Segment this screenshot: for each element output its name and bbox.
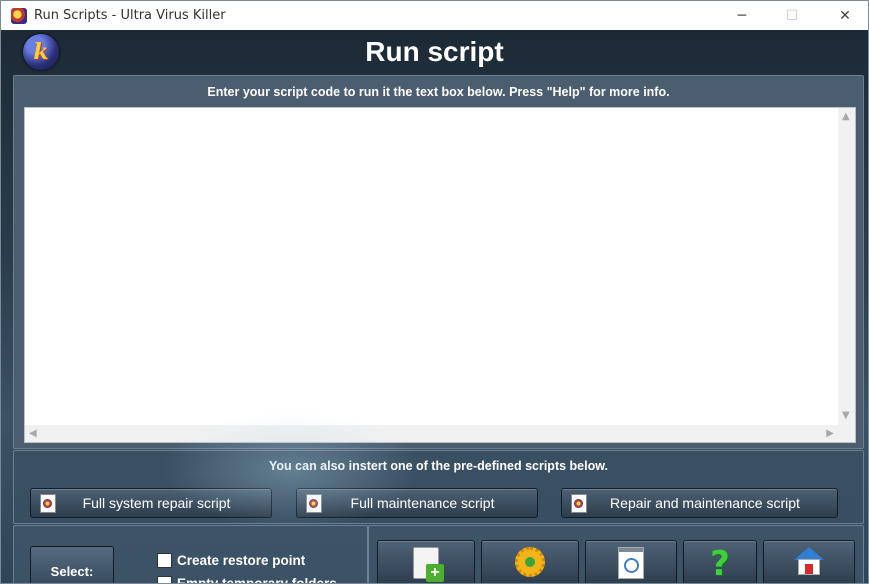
script-editor-panel: Enter your script code to run it the tex… — [13, 75, 864, 449]
predefined-scripts-label: You can also instert one of the pre-defi… — [269, 459, 608, 473]
editor-instruction: Enter your script code to run it the tex… — [207, 85, 670, 99]
scroll-up-icon[interactable]: ▲ — [842, 112, 850, 122]
full-system-repair-button[interactable]: Full system repair script — [30, 488, 272, 518]
checkbox-label: Empty temporary folders — [177, 576, 337, 584]
page-title: Run script — [365, 36, 504, 67]
scroll-down-icon[interactable]: ▼ — [842, 411, 850, 421]
scrollbar-corner — [838, 425, 855, 442]
minimize-button[interactable]: ─ — [719, 1, 765, 30]
close-button[interactable]: ✕ — [822, 1, 868, 30]
help-button[interactable]: ? — [683, 540, 757, 584]
options-panel: Select: Create restore point Empty tempo… — [13, 525, 368, 584]
window-title: Run Scripts - Ultra Virus Killer — [34, 8, 226, 23]
run-script-button[interactable] — [481, 540, 579, 583]
app-icon — [11, 7, 27, 24]
app-window: Run Scripts - Ultra Virus Killer ─ ☐ ✕ k… — [0, 0, 869, 584]
button-label: Full system repair script — [82, 495, 231, 511]
script-file-icon — [40, 493, 56, 513]
predefined-scripts-panel: You can also instert one of the pre-defi… — [13, 450, 864, 524]
empty-temp-folders-checkbox[interactable]: Empty temporary folders — [157, 576, 337, 584]
repair-and-maintenance-button[interactable]: Repair and maintenance script — [561, 488, 838, 518]
checkbox-label: Create restore point — [177, 553, 306, 568]
new-document-icon: + — [413, 547, 444, 582]
full-maintenance-button[interactable]: Full maintenance script — [296, 488, 538, 518]
search-notepad-icon — [618, 547, 644, 579]
button-label: Full maintenance script — [350, 495, 495, 511]
main-content: k Run script Enter your script code to r… — [1, 30, 868, 583]
button-label: Repair and maintenance script — [610, 495, 800, 511]
horizontal-scrollbar[interactable]: ◀ ▶ — [25, 425, 838, 442]
script-textarea[interactable]: ▲ ▼ ◀ ▶ — [24, 107, 856, 443]
actions-panel: + ? — [368, 525, 864, 584]
maximize-button[interactable]: ☐ — [769, 1, 815, 30]
script-file-icon — [571, 493, 587, 513]
view-script-button[interactable] — [585, 540, 677, 583]
scroll-left-icon[interactable]: ◀ — [29, 429, 37, 439]
home-icon — [794, 547, 824, 577]
vertical-scrollbar[interactable]: ▲ ▼ — [838, 108, 855, 425]
script-file-icon — [306, 493, 322, 513]
help-icon: ? — [710, 544, 730, 584]
select-button[interactable]: Select: — [30, 546, 114, 583]
plus-icon: + — [426, 564, 444, 582]
home-button[interactable] — [763, 540, 855, 583]
checkbox-box[interactable] — [157, 576, 172, 583]
home-door — [805, 564, 813, 574]
checkbox-box[interactable] — [157, 553, 172, 568]
run-gear-icon — [515, 547, 545, 577]
create-restore-point-checkbox[interactable]: Create restore point — [157, 553, 305, 568]
scroll-right-icon[interactable]: ▶ — [826, 429, 834, 439]
title-bar: Run Scripts - Ultra Virus Killer ─ ☐ ✕ — [1, 1, 868, 30]
new-script-button[interactable]: + — [377, 540, 475, 583]
